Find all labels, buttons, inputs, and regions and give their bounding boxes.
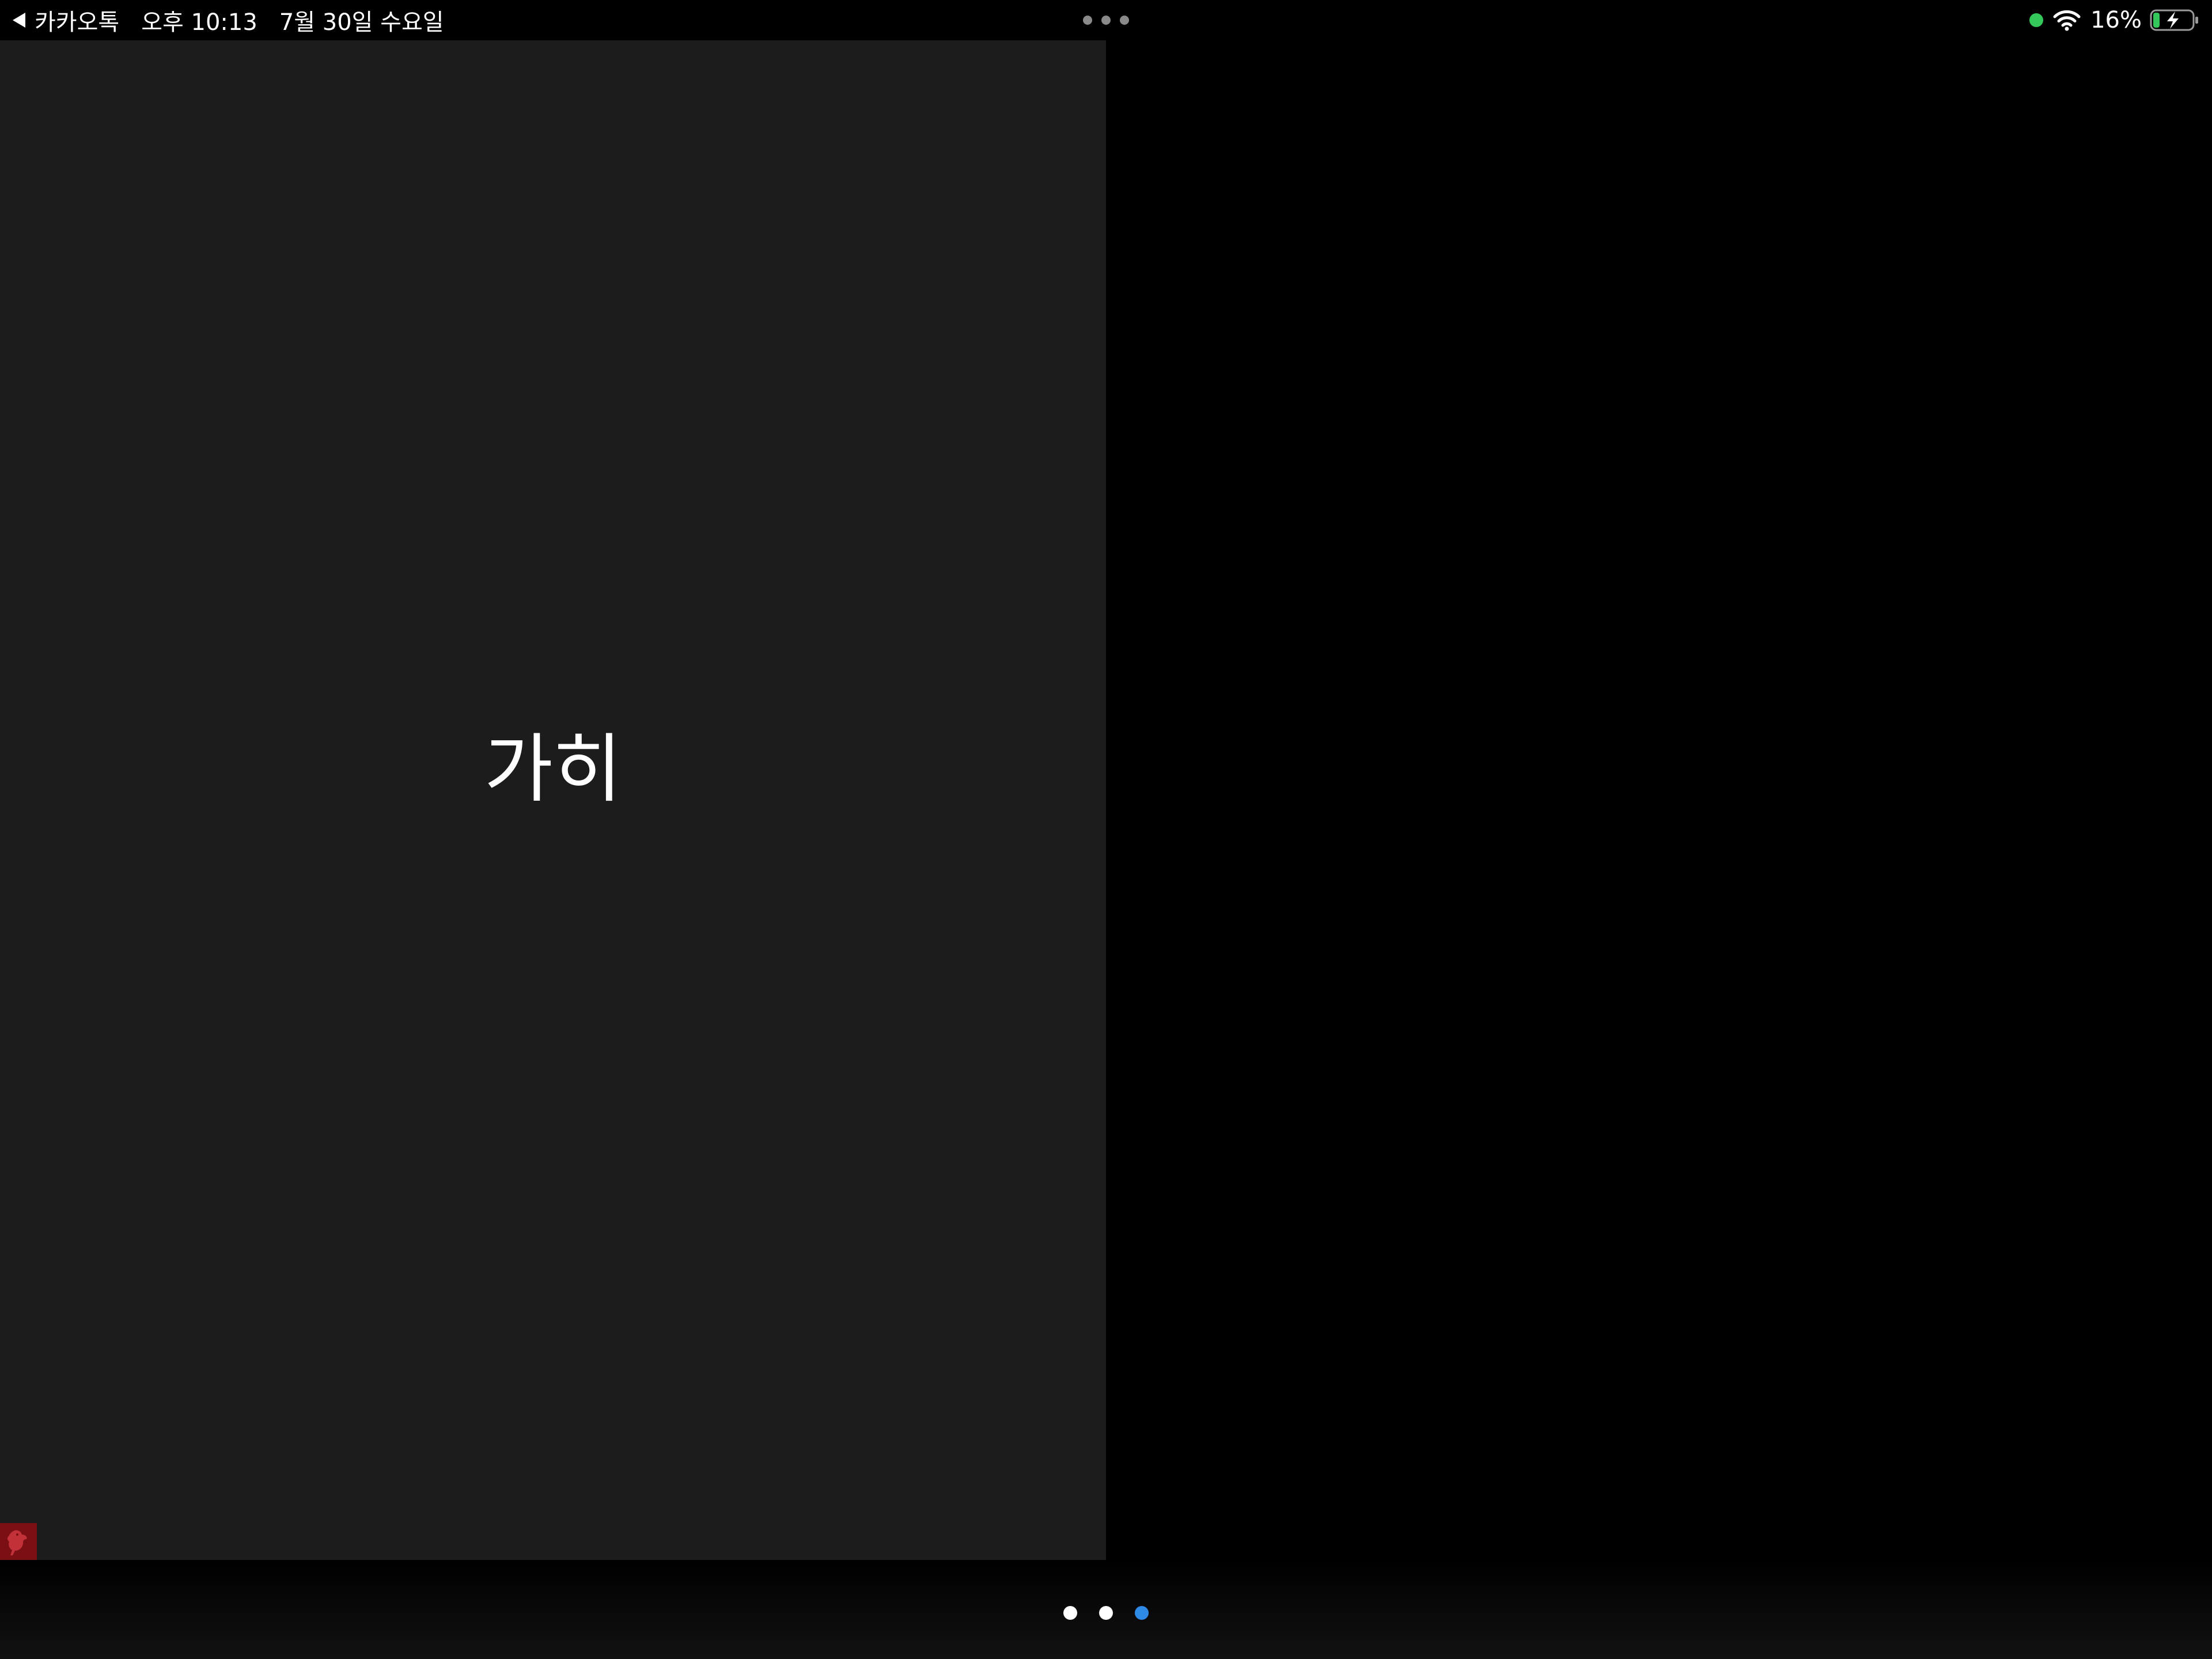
multitask-dots-icon[interactable]	[1083, 16, 1129, 25]
multitask-dot	[1101, 16, 1111, 25]
multitask-dot	[1120, 16, 1129, 25]
status-bar: 카카오톡 오후 10:13 7월 30일 수요일 16%	[0, 0, 2212, 40]
page-indicator[interactable]	[1063, 1606, 1149, 1620]
page-dot[interactable]	[1099, 1606, 1113, 1620]
back-arrow-icon	[13, 13, 25, 28]
bird-icon	[7, 1530, 27, 1555]
mic-indicator-dot	[2029, 13, 2044, 27]
corner-badge[interactable]	[0, 1523, 37, 1560]
page-dot[interactable]	[1063, 1606, 1077, 1620]
status-right: 16%	[2029, 0, 2199, 40]
bottom-strip	[0, 1560, 2212, 1659]
page-dot[interactable]	[1135, 1606, 1149, 1620]
back-app-label: 카카오톡	[35, 9, 120, 36]
content-pane[interactable]: 가히	[0, 40, 1106, 1560]
back-to-app-link[interactable]: 카카오톡	[13, 3, 119, 37]
multitask-dot	[1083, 16, 1092, 25]
battery-percent: 16%	[2090, 7, 2142, 33]
status-date: 7월 30일 수요일	[279, 9, 444, 36]
battery-charging-icon	[2150, 9, 2198, 31]
status-left: 카카오톡 오후 10:13 7월 30일 수요일	[13, 0, 444, 40]
status-time: 오후 10:13	[141, 9, 257, 36]
screen: 카카오톡 오후 10:13 7월 30일 수요일 16% 가히	[0, 0, 2212, 1659]
content-text: 가히	[484, 725, 622, 813]
wifi-icon	[2053, 10, 2081, 31]
